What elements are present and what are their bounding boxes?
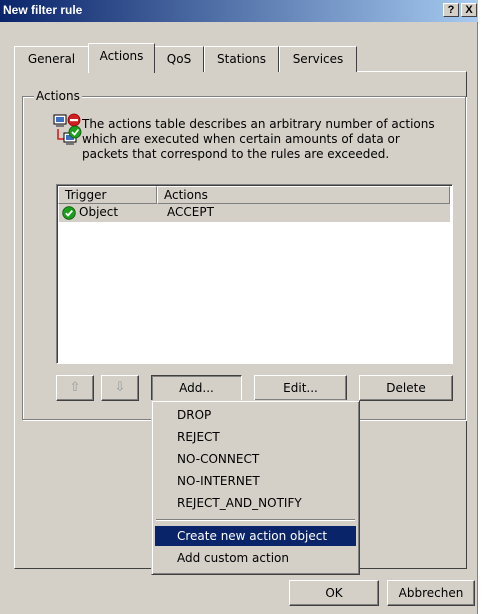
row-trigger: Object — [79, 205, 119, 219]
title-bar[interactable]: New filter rule ? X — [0, 0, 478, 22]
arrow-up-icon: ⇧ — [69, 380, 81, 395]
menu-item-add-custom-action[interactable]: Add custom action — [155, 548, 356, 568]
tab-services[interactable]: Services — [279, 46, 357, 72]
actions-table[interactable]: Trigger Actions Object ACCEPT — [56, 184, 453, 364]
row-action: ACCEPT — [167, 205, 214, 219]
menu-item-drop[interactable]: DROP — [155, 405, 356, 425]
actions-description: The actions table describes an arbitrary… — [82, 117, 435, 161]
table-row[interactable]: Object ACCEPT — [59, 204, 450, 222]
tab-general[interactable]: General — [14, 46, 89, 72]
add-dropdown-menu: DROP REJECT NO-CONNECT NO-INTERNET REJEC… — [151, 400, 360, 575]
tab-actions[interactable]: Actions — [88, 43, 155, 73]
column-header-actions[interactable]: Actions — [157, 186, 450, 204]
close-button[interactable]: X — [461, 3, 477, 17]
help-button[interactable]: ? — [443, 3, 459, 17]
ok-button[interactable]: OK — [289, 580, 379, 606]
menu-item-reject[interactable]: REJECT — [155, 427, 356, 447]
add-button[interactable]: Add... — [151, 375, 242, 401]
menu-item-create-new-action-object[interactable]: Create new action object — [155, 526, 356, 546]
tab-stations[interactable]: Stations — [204, 46, 279, 72]
tab-qos[interactable]: QoS — [154, 46, 204, 72]
dialog-window: New filter rule ? X General Actions QoS … — [0, 0, 478, 614]
window-title: New filter rule — [3, 3, 83, 17]
delete-button[interactable]: Delete — [359, 375, 453, 401]
move-down-button[interactable]: ⇩ — [101, 375, 139, 401]
menu-separator — [156, 519, 355, 521]
network-rule-icon — [52, 113, 82, 156]
green-check-icon — [62, 206, 76, 223]
actions-group-label: Actions — [34, 89, 82, 103]
cancel-button[interactable]: Abbrechen — [387, 580, 475, 606]
edit-button[interactable]: Edit... — [254, 375, 347, 401]
column-header-trigger[interactable]: Trigger — [58, 186, 157, 204]
menu-item-reject-and-notify[interactable]: REJECT_AND_NOTIFY — [155, 493, 356, 513]
move-up-button[interactable]: ⇧ — [56, 375, 94, 401]
arrow-down-icon: ⇩ — [114, 380, 126, 395]
menu-item-no-internet[interactable]: NO-INTERNET — [155, 471, 356, 491]
menu-item-no-connect[interactable]: NO-CONNECT — [155, 449, 356, 469]
